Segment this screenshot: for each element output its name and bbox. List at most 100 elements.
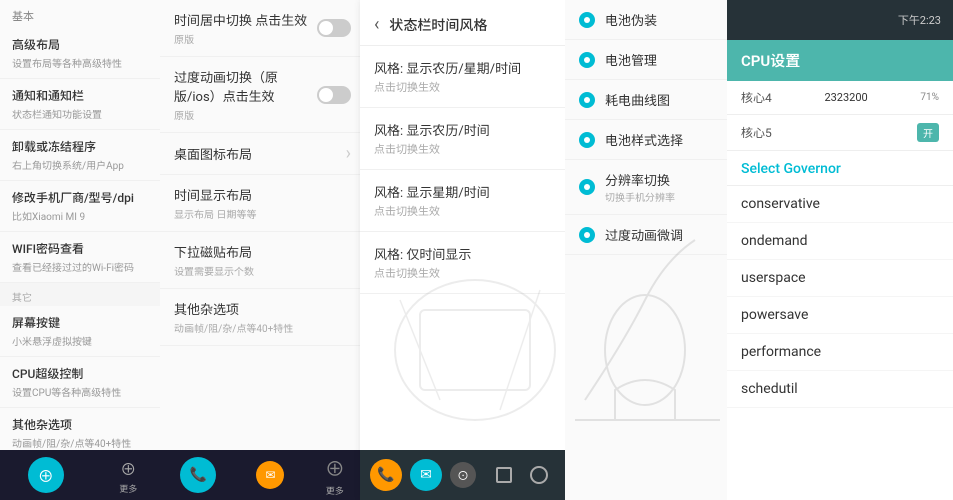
item-subtitle: 小米悬浮虚拟按键 [12, 333, 153, 348]
list-item-radio[interactable]: 分辨率切换 切换手机分辨率 [565, 160, 730, 215]
more-button[interactable]: ⊕ 更多 [119, 456, 137, 495]
list-item[interactable]: WIFI密码查看 查看已经接过过的Wi-Fi密码 [0, 232, 165, 283]
camera-icon[interactable]: ⊙ [450, 462, 476, 488]
list-item[interactable]: 其他杂选项 动画帧/阻/杂/点等40+特性 [160, 289, 365, 346]
item-title: 时间居中切换 点击生效 [174, 10, 307, 29]
governor-option-conservative[interactable]: conservative [727, 186, 953, 223]
home-nav-icon[interactable]: ⊕ [28, 457, 64, 493]
governor-option-ondemand[interactable]: ondemand [727, 223, 953, 260]
panel-basic-settings: 基本 高级布局 设置布局等各种高级特性 通知和通知栏 状态栏通知功能设置 卸载或… [0, 0, 165, 500]
item-subtitle: 点击切换生效 [374, 203, 576, 219]
cpu-core5-row: 核心5 开 [727, 115, 953, 151]
list-item-radio[interactable]: 电池伪装 [565, 0, 730, 40]
governor-option-userspace[interactable]: userspace [727, 260, 953, 297]
item-subtitle: 设置CPU等各种高级特性 [12, 384, 153, 399]
list-item-toggle[interactable]: 过度动画切换（原版/ios）点击生效 原版 [160, 57, 365, 133]
core4-label: 核心4 [741, 89, 772, 106]
item-subtitle: 点击切换生效 [374, 79, 576, 95]
governor-option-performance[interactable]: performance [727, 334, 953, 371]
list-item[interactable]: 卸载或冻结程序 右上角切换系统/用户App [0, 130, 165, 181]
radio-button[interactable] [579, 227, 595, 243]
item-subtitle: 动画帧/阻/杂/点等40+特性 [174, 320, 293, 335]
message-icon[interactable]: ✉ [410, 459, 442, 491]
list-item-radio[interactable]: 耗电曲线图 [565, 80, 730, 120]
list-item[interactable]: 风格: 仅时间显示 点击切换生效 [360, 232, 590, 294]
list-item[interactable]: 时间显示布局 显示布局 日期等等 [160, 175, 365, 232]
governor-option-powersave[interactable]: powersave [727, 297, 953, 334]
list-item[interactable]: 桌面图标布局 › [160, 133, 365, 175]
core5-badge: 开 [917, 123, 939, 142]
item-title: 高级布局 [12, 36, 153, 53]
list-item-radio[interactable]: 电池样式选择 [565, 120, 730, 160]
phone-icon[interactable]: 📞 [370, 459, 402, 491]
list-item[interactable]: 风格: 显示农历/时间 点击切换生效 [360, 108, 590, 170]
panel3-header: ‹ 状态栏时间风格 [360, 0, 590, 46]
panel-statusbar-time: ‹ 状态栏时间风格 风格: 显示农历/星期/时间 点击切换生效 风格: 显示农历… [360, 0, 590, 500]
list-item[interactable]: 下拉磁贴布局 设置需要显示个数 [160, 232, 365, 289]
item-label: 分辨率切换 [605, 170, 675, 189]
phone-amber-icon: 📞 ✉ ⊙ [370, 459, 476, 491]
cpu-core4-row: 核心4 2323200 71% [727, 81, 953, 115]
radio-button[interactable] [579, 52, 595, 68]
radio-button[interactable] [579, 92, 595, 108]
list-item[interactable]: 风格: 显示星期/时间 点击切换生效 [360, 170, 590, 232]
section-header-other: 其它 [0, 283, 165, 306]
message-nav-icon[interactable]: ✉ [256, 461, 284, 489]
core5-label: 核心5 [741, 124, 772, 141]
item-subtitle: 点击切换生效 [374, 141, 576, 157]
item-title: 风格: 显示农历/星期/时间 [374, 58, 576, 77]
more-label: 更多 [119, 482, 137, 495]
list-item-radio[interactable]: 电池管理 [565, 40, 730, 80]
list-item[interactable]: CPU超级控制 设置CPU等各种高级特性 [0, 357, 165, 408]
item-title: 通知和通知栏 [12, 87, 153, 104]
item-subtitle: 状态栏通知功能设置 [12, 106, 153, 121]
item-title: 卸载或冻结程序 [12, 138, 153, 155]
item-subtitle: 点击切换生效 [374, 265, 576, 281]
item-label: 电池伪装 [605, 10, 657, 29]
status-bar: 下午2:23 [727, 0, 953, 40]
core4-value: 2323200 [824, 91, 867, 104]
item-title: 过度动画切换（原版/ios）点击生效 [174, 67, 317, 105]
phone-nav-icon[interactable]: 📞 [180, 457, 216, 493]
item-title: 其他杂选项 [174, 299, 293, 318]
list-item[interactable]: 屏幕按键 小米悬浮虚拟按键 [0, 306, 165, 357]
more-button[interactable]: ⊕ 更多 [325, 453, 345, 497]
item-title: 风格: 显示农历/时间 [374, 120, 576, 139]
list-item[interactable]: 通知和通知栏 状态栏通知功能设置 [0, 79, 165, 130]
governor-title: Select Governor [727, 151, 953, 186]
item-title: 屏幕按键 [12, 314, 153, 331]
governor-option-schedutil[interactable]: schedutil [727, 371, 953, 408]
item-title: 桌面图标布局 [174, 144, 252, 163]
item-title: CPU超级控制 [12, 365, 153, 382]
item-sublabel: 切换手机分辨率 [605, 189, 675, 204]
item-subtitle: 原版 [174, 107, 317, 122]
list-item-radio[interactable]: 过度动画微调 [565, 215, 730, 255]
radio-button[interactable] [579, 132, 595, 148]
toggle-switch[interactable] [317, 86, 351, 104]
chevron-right-icon: › [346, 143, 351, 164]
cpu-settings-header: CPU设置 [727, 40, 953, 81]
item-subtitle: 设置需要显示个数 [174, 263, 254, 278]
item-title: 风格: 仅时间显示 [374, 244, 576, 263]
item-label: 电池管理 [605, 50, 657, 69]
toggle-switch[interactable] [317, 19, 351, 37]
list-item-toggle[interactable]: 时间居中切换 点击生效 原版 [160, 0, 365, 57]
item-subtitle: 右上角切换系统/用户App [12, 157, 153, 172]
item-title: 修改手机厂商/型号/dpi [12, 189, 153, 206]
item-subtitle: 显示布局 日期等等 [174, 206, 256, 221]
core4-percent: 71% [920, 92, 939, 103]
radio-button[interactable] [579, 179, 595, 195]
item-label: 电池样式选择 [605, 130, 683, 149]
panel1-header: 基本 [0, 0, 165, 28]
list-item[interactable]: 高级布局 设置布局等各种高级特性 [0, 28, 165, 79]
back-arrow-icon[interactable]: ‹ [374, 14, 379, 35]
item-subtitle: 查看已经接过过的Wi-Fi密码 [12, 259, 153, 274]
circle-nav-button[interactable] [530, 466, 548, 484]
panel-battery-settings: 电池伪装 电池管理 耗电曲线图 电池样式选择 分辨率切换 切换手机分辨率 过度动… [565, 0, 730, 500]
item-label: 耗电曲线图 [605, 90, 670, 109]
square-nav-button[interactable] [496, 467, 512, 483]
item-title: 下拉磁贴布局 [174, 242, 254, 261]
list-item[interactable]: 修改手机厂商/型号/dpi 比如Xiaomi MI 9 [0, 181, 165, 232]
radio-button[interactable] [579, 12, 595, 28]
list-item[interactable]: 风格: 显示农历/星期/时间 点击切换生效 [360, 46, 590, 108]
